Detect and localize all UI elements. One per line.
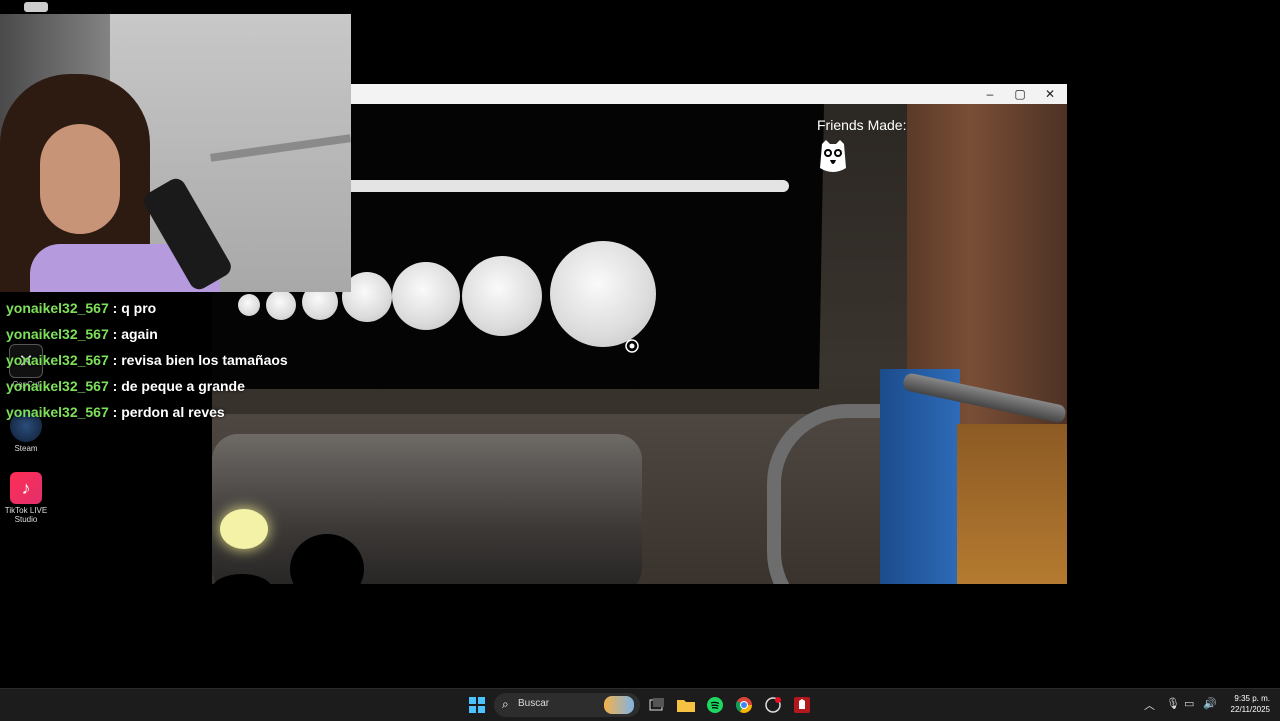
chat-separator: : — [112, 326, 118, 342]
friend-creature-icon — [820, 140, 846, 172]
game-crate — [957, 424, 1067, 584]
chat-username: yonaikel32_567 — [6, 404, 109, 420]
webcam-streamer-face — [40, 124, 120, 234]
taskbar: ⌕ Buscar ︿ 🎙 ▭ 🔊 9:35 p. m. 22/11/2025 — [0, 688, 1280, 721]
chat-username: yonaikel32_567 — [6, 300, 109, 316]
chat-text: again — [121, 326, 158, 342]
friends-made-label: Friends Made: — [817, 117, 907, 133]
sphere[interactable] — [550, 241, 656, 347]
sphere[interactable] — [462, 256, 542, 336]
chat-text: perdon al reves — [121, 404, 225, 420]
file-explorer-button[interactable] — [675, 694, 697, 716]
spotify-button[interactable] — [704, 694, 726, 716]
chrome-icon — [736, 697, 752, 713]
maximize-button[interactable]: ▢ — [1005, 84, 1035, 104]
search-highlight-image — [604, 696, 634, 714]
close-button[interactable]: ✕ — [1035, 84, 1065, 104]
clock-date: 22/11/2025 — [1230, 705, 1270, 714]
taskbar-search-box[interactable]: ⌕ Buscar — [494, 693, 640, 717]
chat-message: yonaikel32_567 : revisa bien los tamañao… — [6, 352, 306, 378]
folder-icon — [677, 700, 695, 712]
chrome-button[interactable] — [733, 694, 755, 716]
desktop-icon-top[interactable] — [10, 2, 62, 14]
game-blue-handle — [880, 369, 960, 584]
clock-time: 9:35 p. m. — [1234, 694, 1270, 703]
app-icon — [24, 2, 48, 12]
app-button[interactable] — [762, 694, 784, 716]
progress-bar — [332, 180, 789, 192]
tiktok-icon: ♪ — [10, 472, 42, 504]
chat-text: revisa bien los tamañaos — [121, 352, 288, 368]
spotify-icon — [707, 697, 723, 713]
sphere[interactable] — [392, 262, 460, 330]
chat-message: yonaikel32_567 : q pro — [6, 300, 306, 326]
game-yellow-light — [220, 509, 268, 549]
chat-separator: : — [112, 300, 118, 316]
chat-username: yonaikel32_567 — [6, 326, 109, 342]
chat-message: yonaikel32_567 : again — [6, 326, 306, 352]
minimize-button[interactable]: – — [975, 84, 1005, 104]
volume-icon[interactable]: 🔊 — [1203, 697, 1217, 710]
chat-separator: : — [112, 378, 118, 394]
chat-separator: : — [112, 352, 118, 368]
webcam-overlay — [0, 14, 351, 292]
chat-message: yonaikel32_567 : perdon al reves — [6, 404, 306, 430]
windows-start-button[interactable] — [466, 694, 488, 716]
chat-username: yonaikel32_567 — [6, 378, 109, 394]
search-placeholder: Buscar — [518, 698, 550, 709]
chat-message: yonaikel32_567 : de peque a grande — [6, 378, 306, 404]
chat-username: yonaikel32_567 — [6, 352, 109, 368]
chat-separator: : — [112, 404, 118, 420]
chat-overlay: yonaikel32_567 : q pro yonaikel32_567 : … — [6, 300, 306, 430]
crosshair-cursor-icon — [625, 339, 639, 353]
search-icon: ⌕ — [502, 697, 509, 711]
clock[interactable]: 9:35 p. m. 22/11/2025 — [1222, 693, 1270, 715]
task-view-icon — [649, 698, 664, 711]
windows-logo-icon — [469, 697, 485, 713]
game-machine — [212, 434, 642, 584]
chat-text: q pro — [121, 300, 157, 316]
desktop-icon-label: Steam — [14, 444, 38, 453]
game-app-button[interactable] — [791, 694, 813, 716]
microphone-icon[interactable]: 🎙 — [1166, 697, 1180, 710]
game-app-icon — [794, 697, 810, 713]
show-hidden-icons-chevron-icon[interactable]: ︿ — [1144, 697, 1155, 713]
chat-text: de peque a grande — [121, 378, 245, 394]
desktop-icon-label: TikTok LIVE Studio — [4, 506, 48, 524]
desktop-icon-tiktok-live-studio[interactable]: ♪ TikTok LIVE Studio — [0, 472, 52, 524]
network-icon[interactable]: ▭ — [1184, 697, 1194, 710]
app-icon — [765, 697, 781, 713]
task-view-button[interactable] — [646, 694, 668, 716]
